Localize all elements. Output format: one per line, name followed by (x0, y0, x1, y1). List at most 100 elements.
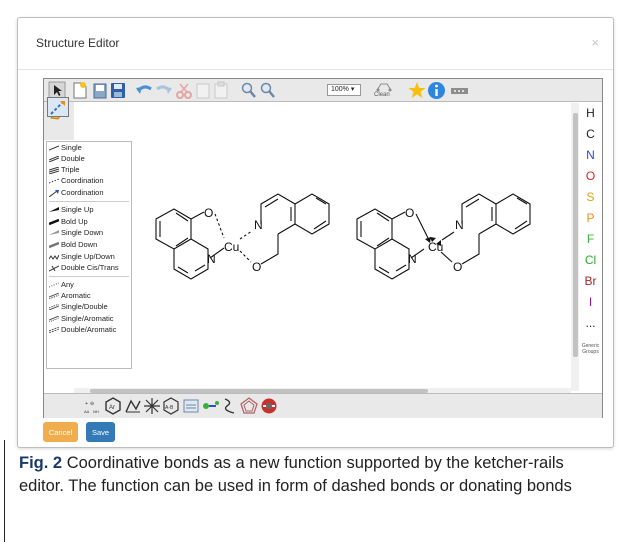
cut-icon[interactable] (175, 81, 193, 100)
svg-text:+: + (85, 401, 88, 407)
charge-icon[interactable]: + ⊖ AA NH (84, 397, 102, 420)
bond-item-label: Bold Down (61, 240, 98, 249)
bond-menu-item[interactable]: Single/Double (49, 302, 108, 311)
bond-menu-divider (49, 276, 129, 277)
bond-item-label: Double Cis/Trans (61, 263, 119, 272)
atom-button[interactable]: P (579, 211, 602, 225)
atom-button[interactable]: ... (579, 316, 602, 330)
chain-icon[interactable] (124, 397, 142, 420)
bond-item-label: Single (61, 143, 82, 152)
figure-label: Fig. 2 (19, 454, 63, 472)
svg-text:Ar: Ar (109, 405, 115, 411)
atom-button[interactable]: H (579, 106, 602, 120)
bond-menu-divider (49, 201, 129, 202)
open-icon[interactable] (92, 81, 108, 100)
bond-item-label: Triple (61, 165, 80, 174)
aromatic-ring-icon[interactable]: Ar (104, 397, 122, 420)
new-file-icon[interactable] (72, 81, 88, 100)
bond-menu-item[interactable]: Double/Aromatic (49, 325, 117, 334)
mapping-icon[interactable] (221, 397, 239, 420)
atom-label: N (207, 252, 216, 266)
undo-icon[interactable] (135, 81, 153, 100)
left-complex (155, 193, 330, 280)
bond-item-label: Any (61, 280, 74, 289)
atom-button[interactable]: F (579, 232, 602, 246)
vertical-scroll-thumb[interactable] (573, 113, 578, 357)
save-button[interactable]: Save (86, 422, 115, 442)
bond-menu-item[interactable]: Double Cis/Trans (49, 263, 119, 272)
cyclopentadiene-icon[interactable] (260, 397, 278, 420)
figure-caption: Fig. 2 Coordinative bonds as a new funct… (19, 452, 609, 498)
atom-button[interactable]: I (579, 295, 602, 309)
reaction-arrow-icon[interactable] (202, 397, 220, 420)
copy-icon[interactable] (195, 81, 211, 100)
bond-tool-icon[interactable] (47, 97, 69, 117)
paste-icon[interactable] (213, 81, 229, 100)
svg-text:AA: AA (84, 409, 90, 414)
atom-button[interactable]: N (579, 148, 602, 162)
save-icon[interactable] (110, 81, 126, 100)
bond-menu-item[interactable]: Aromatic (49, 291, 91, 300)
bond-menu-item[interactable]: Any (49, 280, 74, 289)
redo-icon[interactable] (155, 81, 173, 100)
bond-item-label: Single/Double (61, 302, 108, 311)
figure: Structure Editor × 100% ▾ Clean Single D… (0, 0, 624, 542)
bond-menu-item[interactable]: Double (49, 154, 85, 163)
zoom-out-icon[interactable] (259, 81, 275, 100)
bond-menu-item[interactable]: Single/Aromatic (49, 314, 114, 323)
bond-item-label: Aromatic (61, 291, 91, 300)
zoom-in-icon[interactable] (240, 81, 256, 100)
atom-label: Cu (428, 240, 443, 254)
bond-menu-item[interactable]: Bold Down (49, 240, 98, 249)
bond-menu-item[interactable]: Triple (49, 165, 80, 174)
atom-button[interactable]: Cl (579, 253, 602, 267)
modal-title: Structure Editor (36, 36, 120, 50)
bond-item-label: Single Up/Down (61, 252, 115, 261)
atom-label: N (254, 218, 263, 232)
atom-button[interactable]: S (579, 190, 602, 204)
bond-menu-item[interactable]: Coordination (49, 176, 104, 185)
atom-palette: H C N O S P F Cl Br I... Generic Groups (579, 103, 602, 393)
bond-item-label: Bold Up (61, 217, 88, 226)
bond-item-label: Single Up (61, 205, 94, 214)
atom-label: O (252, 260, 261, 274)
atom-label: N (455, 218, 464, 232)
bond-item-label: Double/Aromatic (61, 325, 117, 334)
caption-rule (4, 440, 5, 542)
atom-label: O (405, 206, 414, 220)
bond-menu-item[interactable]: Single Up (49, 205, 94, 214)
zoom-select[interactable]: 100% ▾ (327, 84, 361, 96)
bond-menu-item[interactable]: Single Down (49, 228, 103, 237)
left-labels: O N Cu N O (204, 206, 263, 274)
sgroup-icon[interactable] (182, 397, 200, 420)
template-icon[interactable] (450, 81, 470, 100)
r-group-icon[interactable] (143, 397, 161, 420)
template-ring-icon[interactable] (240, 397, 258, 420)
atom-label: N (408, 252, 417, 266)
bond-item-label: Coordination (61, 188, 104, 197)
atom-label: O (453, 260, 462, 274)
clean-label: Clean (374, 92, 390, 98)
star-icon[interactable] (408, 81, 426, 100)
cancel-button[interactable]: Cancel (43, 422, 78, 442)
close-icon[interactable]: × (591, 35, 599, 50)
svg-text:NH: NH (93, 409, 99, 414)
atom-button[interactable]: O (579, 169, 602, 183)
atom-button[interactable]: C (579, 127, 602, 141)
bond-item-label: Coordination (61, 176, 104, 185)
atom-button[interactable]: Br (579, 274, 602, 288)
bond-type-menu: Single Double Triple Coordination Coordi… (46, 141, 132, 369)
molecule-canvas[interactable]: O N Cu N O O N Cu N O (134, 103, 572, 393)
bond-menu-item[interactable]: Coordination (49, 188, 104, 197)
info-icon[interactable] (427, 81, 446, 100)
svg-text:A-B: A-B (165, 405, 174, 411)
modal-header: Structure Editor × (18, 18, 613, 70)
atom-label: Cu (224, 240, 239, 254)
attachment-icon[interactable]: A-B (162, 397, 180, 420)
bond-menu-item[interactable]: Single (49, 143, 82, 152)
bond-item-label: Single/Aromatic (61, 314, 114, 323)
bond-menu-item[interactable]: Bold Up (49, 217, 88, 226)
bond-menu-item[interactable]: Single Up/Down (49, 252, 115, 261)
top-toolbar: 100% ▾ Clean (44, 79, 602, 102)
generic-groups-label[interactable]: Generic Groups (579, 343, 602, 355)
